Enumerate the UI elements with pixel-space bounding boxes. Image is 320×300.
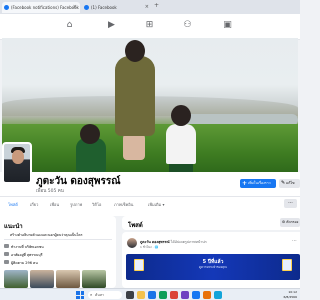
app-icon[interactable]: [181, 291, 189, 299]
chrome-icon[interactable]: [170, 291, 178, 299]
taskbar-search[interactable]: ⌕ ค้นหา: [88, 291, 122, 299]
cover-person-boy: [166, 124, 196, 164]
tab-posts[interactable]: โพสต์: [8, 201, 18, 208]
intro-title: แนะนำ: [4, 223, 23, 230]
store-icon[interactable]: [159, 291, 167, 299]
add-to-story-label: เพิ่มในเรื่องราว: [248, 181, 271, 185]
divider: [4, 239, 112, 240]
avatar-face: [12, 150, 24, 164]
memory-banner-subtitle: ดูความทรงจำของคุณ: [199, 265, 227, 269]
close-tab-icon[interactable]: ×: [73, 2, 77, 13]
taskbar: ⌕ ค้นหา 10:12 6/8/2566: [0, 288, 300, 300]
followers-icon: [4, 260, 9, 264]
featured-photo-thumbnail[interactable]: [56, 270, 80, 288]
post-author-name: ภูตะวัน ดองสุพรรณ์: [140, 240, 170, 244]
video-icon[interactable]: ▶: [106, 20, 117, 31]
post-timestamp[interactable]: 1 ชั่วโมง · 🌐: [140, 245, 158, 250]
post-options-button[interactable]: ···: [292, 238, 297, 244]
intro-row-work: ทำงานที่ บริษัทเอกชน: [4, 244, 44, 250]
facebook-favicon-icon: [84, 5, 89, 10]
app-icon[interactable]: [203, 291, 211, 299]
browser-tab-bar: (Facebook notifications) Facebook × (1) …: [0, 0, 300, 14]
browser-tab-active[interactable]: (Facebook notifications) Facebook ×: [2, 2, 80, 13]
tab-checkins[interactable]: ภาพเช็คอิน: [114, 201, 133, 208]
groups-icon[interactable]: ⚇: [182, 20, 193, 31]
screen: (Facebook notifications) Facebook × (1) …: [0, 0, 300, 300]
file-explorer-icon[interactable]: [137, 291, 145, 299]
posts-title: โพสต์: [128, 222, 143, 229]
cover-person-adult: [115, 56, 155, 136]
post-author-avatar[interactable]: [127, 238, 137, 248]
taskbar-search-label: ค้นหา: [95, 293, 105, 297]
cover-person-head: [125, 40, 145, 62]
taskbar-date: 6/8/2566: [283, 294, 297, 299]
tab-more[interactable]: เพิ่มเติม ▾: [148, 201, 165, 208]
tab-videos[interactable]: วิดีโอ: [92, 201, 101, 208]
close-tab-icon[interactable]: ×: [145, 2, 149, 13]
intro-row-label: ทำงานที่ บริษัทเอกชน: [11, 245, 44, 249]
task-view-icon[interactable]: [126, 291, 134, 299]
tab-friends[interactable]: เพื่อน: [50, 201, 59, 208]
pencil-icon: ✎: [281, 180, 286, 186]
cover-person-head: [80, 124, 100, 144]
profile-tabs: โพสต์ เกี่ยว เพื่อน รูปภาพ วิดีโอ ภาพเช็…: [0, 196, 300, 212]
gaming-icon[interactable]: ▣: [222, 20, 233, 31]
filter-icon: ⚙: [282, 220, 286, 224]
edge-browser-icon[interactable]: [148, 291, 156, 299]
intro-row-label: ผู้ติดตาม 296 คน: [11, 261, 38, 265]
profile-more-button[interactable]: ···: [284, 199, 297, 208]
featured-photo-thumbnail[interactable]: [4, 270, 28, 288]
windows-start-icon[interactable]: [76, 291, 84, 299]
new-tab-button[interactable]: +: [154, 2, 159, 9]
home-icon[interactable]: ⌂: [64, 20, 75, 31]
facebook-top-nav: ⌂ ▶ ⊞ ⚇ ▣: [0, 14, 300, 40]
browser-tab-label: (1) Facebook: [91, 5, 117, 10]
browser-tab-label: (Facebook notifications) Facebook: [11, 5, 79, 10]
edit-profile-label: แก้ไข: [286, 181, 295, 185]
add-to-story-button[interactable]: + เพิ่มในเรื่องราว: [240, 179, 276, 188]
search-icon: ⌕: [90, 292, 93, 297]
tab-photos[interactable]: รูปภาพ: [70, 201, 82, 208]
profile-friends-count[interactable]: เพื่อน 505 คน: [36, 187, 64, 194]
facebook-app-icon[interactable]: [192, 291, 200, 299]
featured-photo-thumbnail[interactable]: [82, 270, 106, 288]
tab-about[interactable]: เกี่ยว: [30, 201, 38, 208]
post-action: ได้อัปเดตรูปภาพหน้าปก: [170, 240, 207, 244]
posts-header: [122, 216, 300, 230]
browser-tab[interactable]: (1) Facebook ×: [82, 2, 152, 13]
cover-photo[interactable]: [2, 38, 298, 172]
profile-avatar[interactable]: [2, 142, 32, 184]
intro-bio[interactable]: สร้างคำอธิบายตัวเองและบอกผู้คนว่าคุณเป็น…: [10, 232, 114, 238]
taskbar-clock[interactable]: 10:12 6/8/2566: [284, 290, 297, 299]
intro-row-label: อาศัยอยู่ที่ สุพรรณบุรี: [11, 253, 43, 257]
intro-row-location: อาศัยอยู่ที่ สุพรรณบุรี: [4, 252, 42, 258]
app-icon[interactable]: [214, 291, 222, 299]
plus-icon: +: [242, 180, 248, 187]
filter-label: ตัวกรอง: [286, 220, 299, 224]
edit-profile-button[interactable]: ✎ แก้ไข: [279, 179, 300, 188]
work-icon: [4, 244, 9, 248]
tab-more-label: เพิ่มเติม: [148, 202, 162, 207]
home-icon: [4, 252, 9, 256]
intro-row-followers: ผู้ติดตาม 296 คน: [4, 260, 38, 266]
filter-button[interactable]: ⚙ ตัวกรอง: [280, 218, 300, 227]
featured-photo-thumbnail[interactable]: [30, 270, 54, 288]
cover-person-head: [171, 105, 191, 126]
memory-banner[interactable]: 5 ปีที่แล้ว ดูความทรงจำของคุณ: [126, 254, 300, 280]
marketplace-icon[interactable]: ⊞: [144, 20, 155, 31]
chevron-down-icon: ▾: [162, 202, 165, 207]
facebook-favicon-icon: [4, 5, 9, 10]
cover-person-legs: [123, 134, 145, 160]
